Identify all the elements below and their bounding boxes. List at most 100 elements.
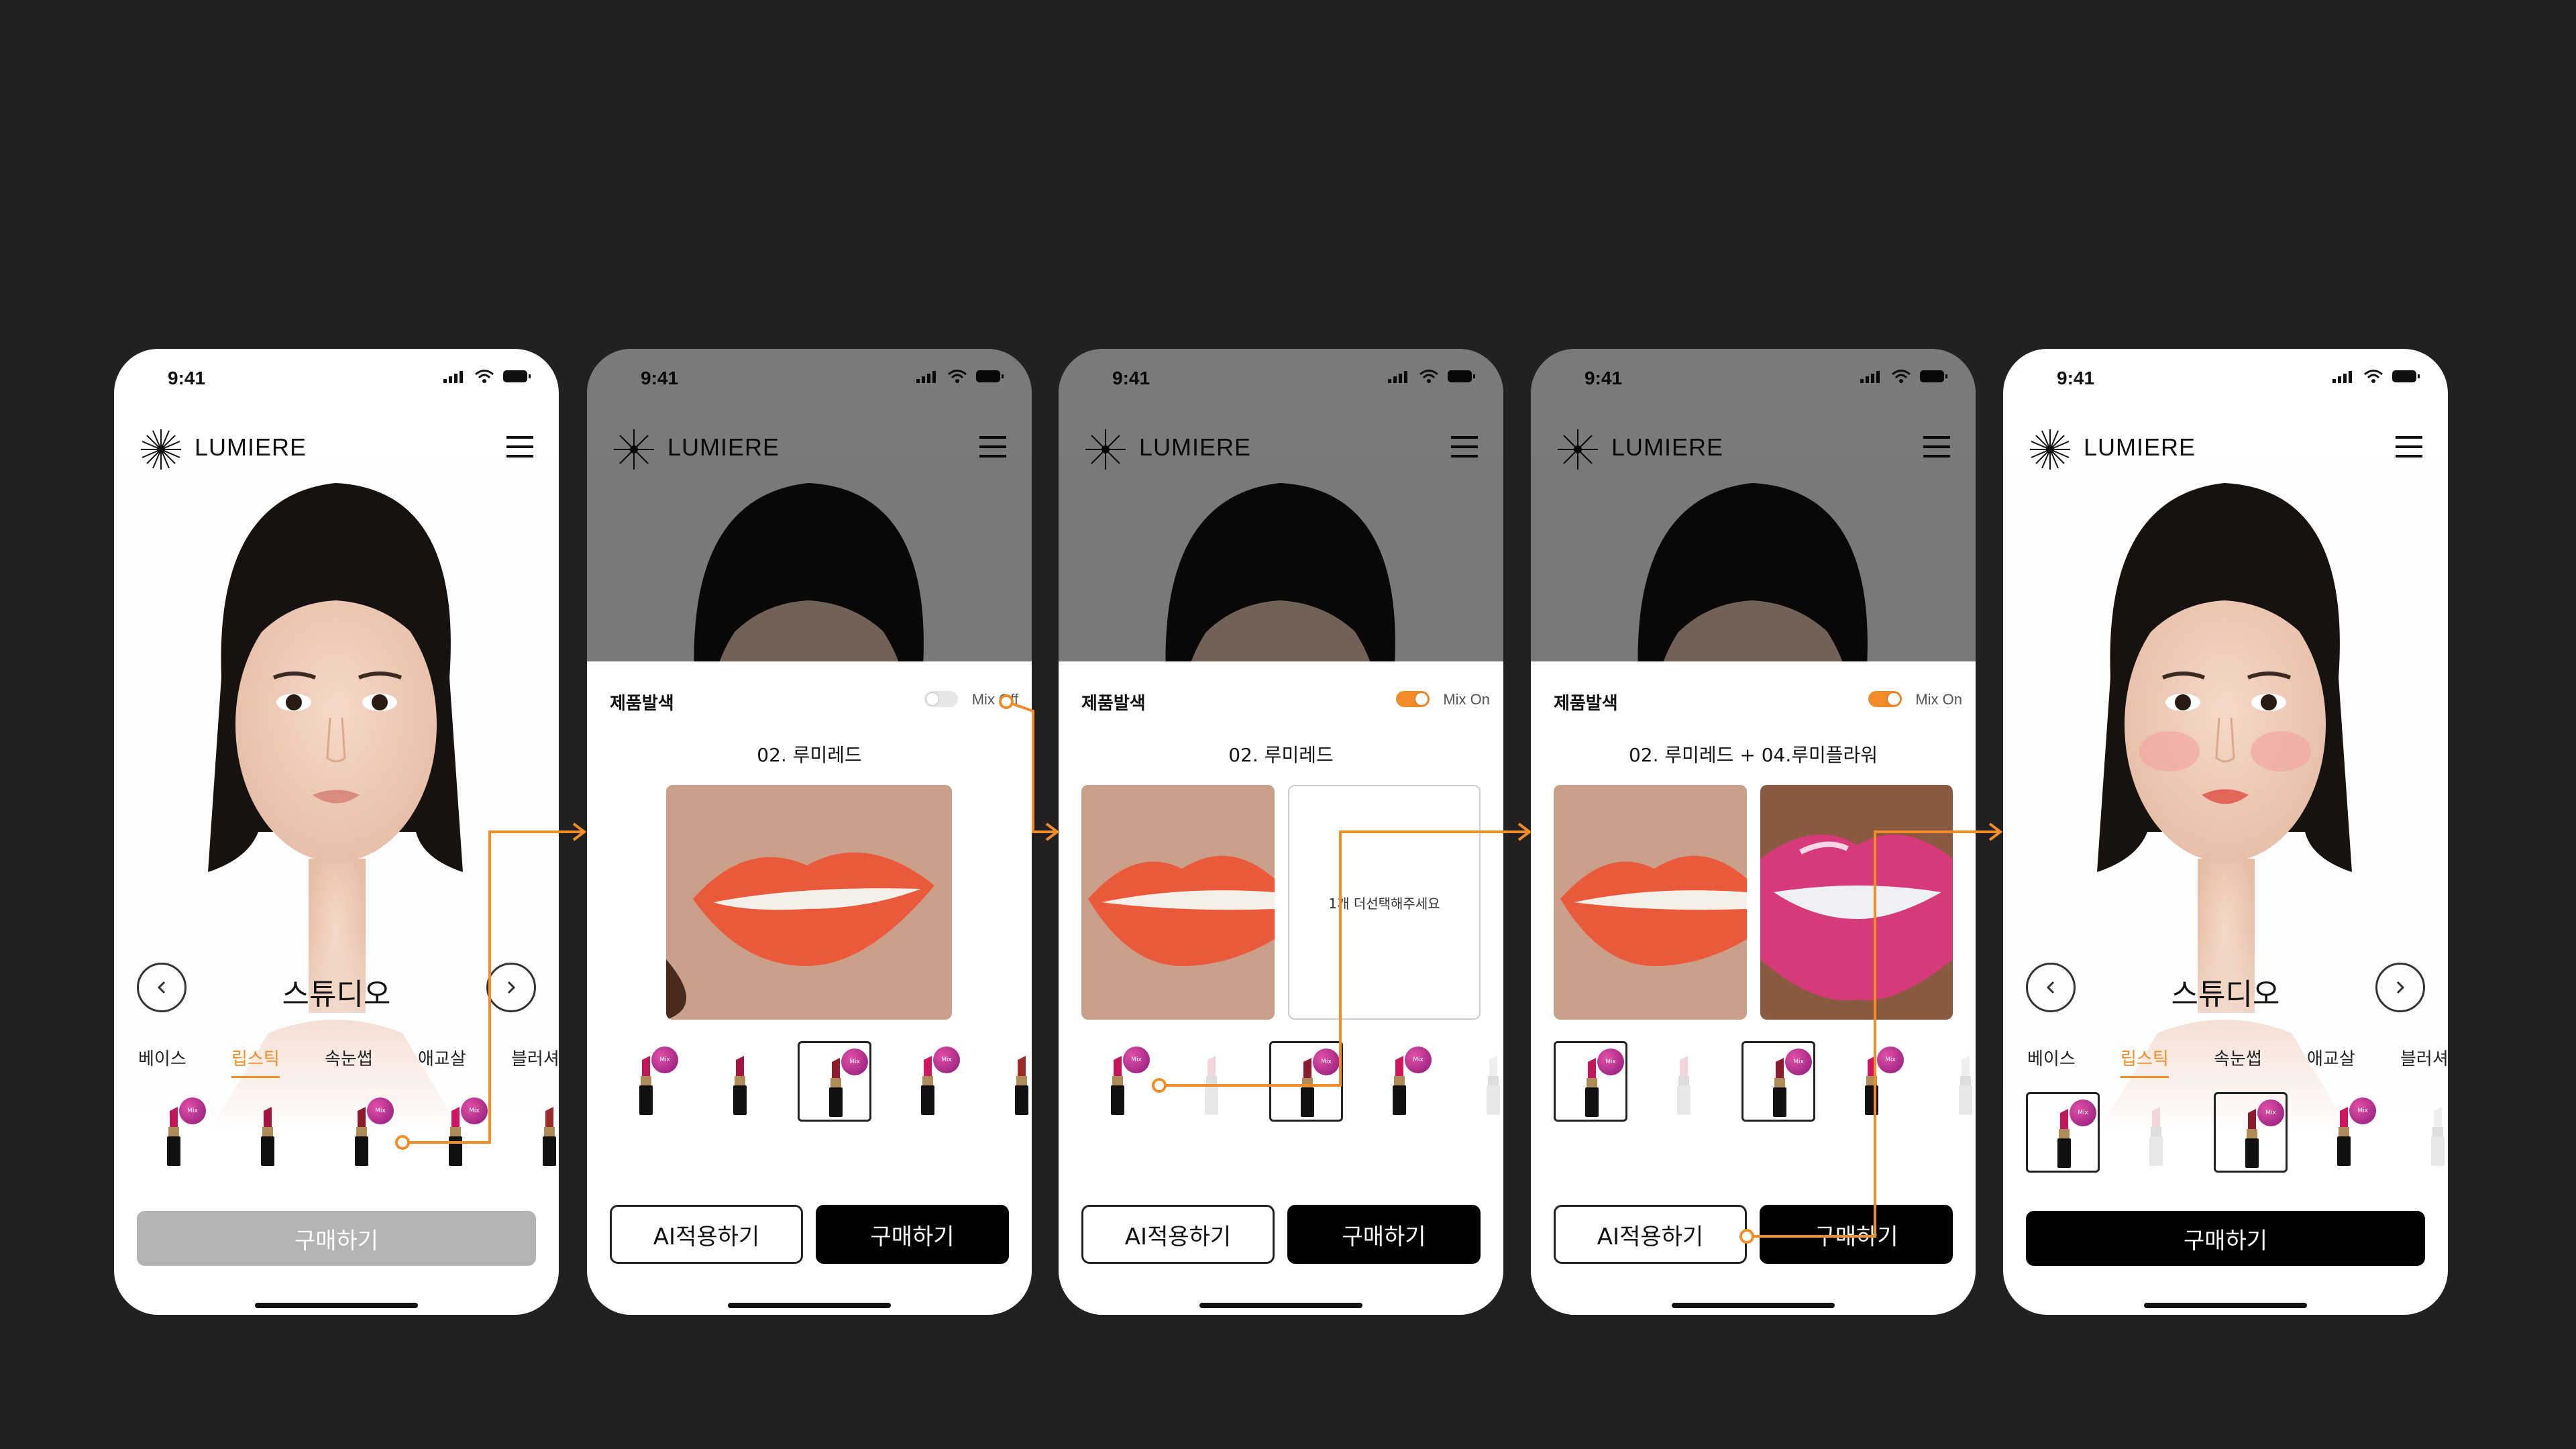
hamburger-menu-icon[interactable]	[506, 436, 533, 459]
lipstick-item[interactable]: Mix	[419, 1092, 493, 1173]
mix-toggle-on[interactable]	[1396, 691, 1430, 707]
mix-badge: Mix	[1123, 1046, 1150, 1073]
mix-toggle-label: Mix On	[1915, 691, 1962, 708]
color-preview-sheet: 제품발색 Mix Off 02. 루미레드 Mix Mix Mix AI적용하기…	[587, 661, 1032, 1315]
tab-blusher[interactable]: 블러셔	[2400, 1045, 2448, 1070]
lipstick-item-selected[interactable]: Mix	[798, 1041, 871, 1122]
lipstick-item[interactable]	[2120, 1092, 2194, 1173]
tab-eyelash[interactable]: 속눈썹	[2214, 1045, 2262, 1070]
lipstick-item-selected[interactable]: Mix	[2214, 1092, 2288, 1173]
lipstick-item[interactable]	[1648, 1041, 1721, 1122]
buy-button[interactable]: 구매하기	[2026, 1211, 2425, 1266]
ai-apply-button[interactable]: AI적용하기	[1554, 1205, 1747, 1264]
flow-arrowhead	[1988, 822, 2003, 841]
sunburst-logo-icon	[141, 429, 181, 470]
lipstick-swatches: Mix Mix Mix	[114, 1092, 559, 1193]
buy-button[interactable]: 구매하기	[816, 1205, 1009, 1264]
product-name: 02. 루미레드	[757, 744, 862, 766]
mix-toggle-label: Mix On	[1443, 691, 1490, 708]
home-indicator	[1672, 1303, 1835, 1308]
buy-button-disabled[interactable]: 구매하기	[137, 1211, 536, 1266]
lipstick-item[interactable]: Mix	[610, 1041, 684, 1122]
lipstick-icon	[1677, 1056, 1690, 1115]
ai-apply-button[interactable]: AI적용하기	[610, 1205, 803, 1264]
face-photo	[114, 456, 559, 1134]
lipstick-item[interactable]	[704, 1041, 777, 1122]
lipstick-item-selected[interactable]: Mix	[1269, 1041, 1343, 1122]
lipstick-item[interactable]: Mix	[138, 1092, 211, 1173]
tab-aegyosal[interactable]: 애교살	[418, 1045, 466, 1070]
mix-badge: Mix	[1785, 1049, 1812, 1075]
buy-button[interactable]: 구매하기	[1287, 1205, 1481, 1264]
lipstick-icon	[1205, 1056, 1218, 1115]
ai-apply-button[interactable]: AI적용하기	[1081, 1205, 1275, 1264]
tab-lipstick[interactable]: 립스틱	[2121, 1045, 2169, 1078]
lip-swatch-photo-coral	[666, 785, 952, 1020]
tab-base[interactable]: 베이스	[2027, 1045, 2076, 1070]
mix-toggle-on[interactable]	[1868, 691, 1902, 707]
next-look-button[interactable]	[486, 963, 536, 1012]
app-header: LUMIERE	[114, 408, 559, 488]
lipstick-item[interactable]: Mix	[892, 1041, 965, 1122]
home-indicator	[255, 1303, 418, 1308]
lipstick-item[interactable]	[2402, 1092, 2448, 1173]
mix-badge: Mix	[651, 1046, 678, 1073]
face-photo	[2003, 456, 2448, 1134]
hamburger-menu-icon[interactable]	[2396, 436, 2422, 459]
status-bar: 9:41	[2003, 349, 2448, 409]
mix-toggle-off[interactable]	[924, 691, 958, 707]
battery-icon	[503, 370, 531, 382]
lipstick-item-selected[interactable]: Mix	[1554, 1041, 1627, 1122]
lipstick-item-selected[interactable]: Mix	[1741, 1041, 1815, 1122]
next-look-button[interactable]	[2375, 963, 2425, 1012]
lipstick-icon	[733, 1056, 747, 1115]
flow-arrowhead	[572, 822, 587, 841]
lipstick-item-selected[interactable]: Mix	[2026, 1092, 2100, 1173]
signal-icon	[2332, 371, 2352, 383]
tab-base[interactable]: 베이스	[138, 1045, 186, 1070]
status-icons	[443, 369, 532, 384]
wifi-icon	[475, 370, 494, 383]
lipstick-item[interactable]	[231, 1092, 305, 1173]
mix-badge: Mix	[1877, 1046, 1904, 1073]
lipstick-item[interactable]: Mix	[1835, 1041, 1909, 1122]
status-icons	[2332, 369, 2421, 384]
lipstick-item[interactable]: Mix	[2308, 1092, 2381, 1173]
buy-button[interactable]: 구매하기	[1760, 1205, 1953, 1264]
lipstick-item[interactable]	[1175, 1041, 1249, 1122]
lipstick-item[interactable]: Mix	[325, 1092, 399, 1173]
lipstick-icon	[2149, 1107, 2163, 1166]
tab-eyelash[interactable]: 속눈썹	[325, 1045, 373, 1070]
tab-aegyosal[interactable]: 애교살	[2307, 1045, 2355, 1070]
mix-badge: Mix	[1313, 1049, 1340, 1075]
phone-screen-home: 9:41 LUMIERE 스튜디오 베이스 립스틱 속눈썹 애교살 블러셔 Mi…	[114, 349, 559, 1315]
color-preview-sheet: 제품발색 Mix On 02. 루미레드 + 04.루미플라워 Mix Mix …	[1531, 661, 1976, 1315]
lipstick-item[interactable]: Mix	[1081, 1041, 1155, 1122]
category-tabs: 베이스 립스틱 속눈썹 애교살 블러셔	[2003, 1040, 2448, 1080]
lipstick-swatches: Mix Mix Mix	[1531, 1041, 1976, 1142]
app-header: LUMIERE	[2003, 408, 2448, 488]
lipstick-item[interactable]	[1457, 1041, 1503, 1122]
lipstick-item[interactable]	[513, 1092, 559, 1173]
tab-lipstick[interactable]: 립스틱	[231, 1045, 280, 1078]
battery-icon	[2392, 370, 2420, 382]
lipstick-item[interactable]	[985, 1041, 1032, 1122]
lipstick-icon	[543, 1107, 556, 1166]
tab-blusher[interactable]: 블러셔	[511, 1045, 559, 1070]
empty-swatch-slot: 1개 더선택해주세요	[1288, 785, 1481, 1020]
sheet-title: 제품발색	[1081, 694, 1146, 714]
lipstick-item[interactable]: Mix	[1363, 1041, 1437, 1122]
lipstick-icon	[1015, 1056, 1028, 1115]
phone-screen-sheet-mix-combo: 9:41 LUMIERE 제품발색 Mix On 02. 루미레드 + 04.루…	[1531, 349, 1976, 1315]
lipstick-swatches: Mix Mix Mix	[2003, 1092, 2448, 1193]
lipstick-item[interactable]	[1929, 1041, 1976, 1122]
lipstick-swatches: Mix Mix Mix	[587, 1041, 1032, 1142]
phone-screen-home-applied: 9:41 LUMIERE 스튜디오 베이스 립스틱 속눈썹 애교살 블러셔 Mi…	[2003, 349, 2448, 1315]
product-name: 02. 루미레드	[1228, 744, 1334, 766]
status-bar: 9:41	[114, 349, 559, 409]
flow-arrowhead	[1045, 822, 1060, 841]
brand-name: LUMIERE	[195, 433, 307, 461]
chevron-right-icon	[507, 981, 516, 994]
phone-screen-sheet-mix-off: 9:41 LUMIERE 제품발색 Mix Off 02. 루미레드 Mix M…	[587, 349, 1032, 1315]
mix-badge: Mix	[933, 1046, 960, 1073]
